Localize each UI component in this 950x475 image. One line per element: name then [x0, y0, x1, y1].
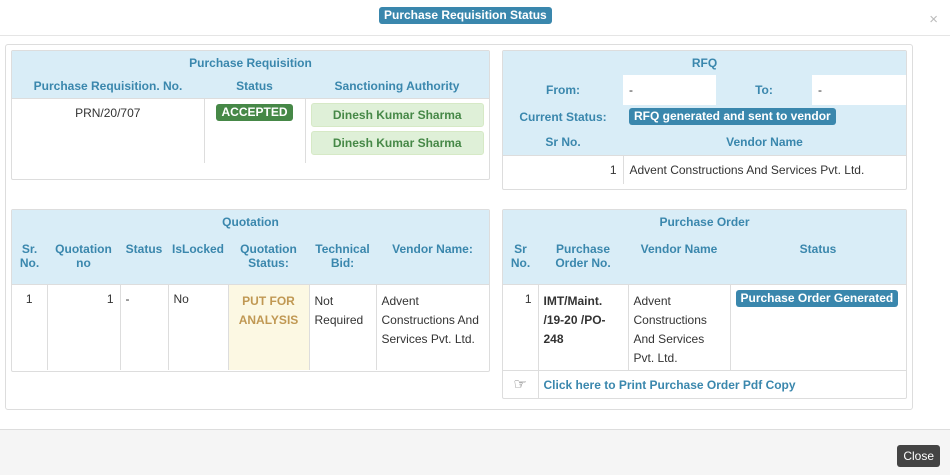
quotation-header-islocked: IsLocked — [168, 234, 228, 284]
po-header-status: Status — [730, 234, 906, 284]
rfq-row-sr: 1 — [609, 163, 617, 177]
po-status-badge: Purchase Order Generated — [735, 289, 899, 307]
rfq-current-status-label: Current Status: — [503, 105, 623, 130]
rfq-from-label: From: — [503, 75, 623, 105]
quotation-row-status: - — [119, 284, 168, 370]
rfq-header-vendor: Vendor Name — [623, 130, 906, 156]
rfq-table: From: - To: - Current Status: RFQ genera… — [503, 75, 906, 184]
pr-number: PRN/20/707 — [75, 106, 141, 120]
quotation-header-no: Quotation no — [47, 234, 120, 284]
quotation-header-qstatus: Quotation Status: — [228, 234, 309, 284]
quotation-row-technical: Not Required — [308, 284, 376, 370]
quotation-row-qstatus: PUT FOR ANALYSIS — [227, 284, 309, 370]
quotation-header-status: Status — [120, 234, 168, 284]
po-row-sr: 1 — [524, 291, 532, 306]
quotation-header-technical: Technical Bid: — [309, 234, 376, 284]
modal-title: Purchase Requisition Status — [379, 7, 552, 24]
quotation-header-sr: Sr. No. — [12, 234, 47, 284]
quotation-panel: Quotation Sr. No. Quotation no Status Is… — [11, 209, 490, 372]
rfq-row: 1 Advent Constructions And Services Pvt.… — [503, 155, 906, 184]
rfq-caption: RFQ — [503, 51, 906, 75]
pr-header-authority: Sanctioning Authority — [305, 75, 489, 99]
po-row: 1 IMT/Maint. /19-20 /PO-248 Advent Const… — [503, 284, 906, 370]
sanctioning-authority-2: Dinesh Kumar Sharma — [310, 131, 484, 155]
purchase-order-table: Sr No. Purchase Order No. Vendor Name St… — [503, 234, 906, 399]
quotation-row: 1 1 - No PUT FOR ANALYSIS Not Required A… — [12, 284, 489, 370]
close-icon[interactable]: × — [929, 12, 938, 27]
hand-pointer-icon: ☞ — [513, 375, 527, 393]
quotation-table: Sr. No. Quotation no Status IsLocked Quo… — [12, 234, 489, 370]
purchase-requisition-table: Purchase Requisition. No. Status Sanctio… — [12, 75, 489, 163]
sanctioning-authority-1: Dinesh Kumar Sharma — [310, 103, 484, 127]
rfq-from-value: - — [629, 83, 633, 97]
modal-header: Purchase Requisition Status × — [0, 0, 950, 36]
quotation-row-islocked: No — [167, 284, 228, 370]
quotation-header-vendor: Vendor Name: — [376, 234, 489, 284]
pr-header-status: Status — [204, 75, 305, 99]
rfq-header-sr: Sr No. — [503, 130, 623, 156]
purchase-requisition-panel: Purchase Requisition Purchase Requisitio… — [11, 50, 490, 180]
print-purchase-order-link[interactable]: Click here to Print Purchase Order Pdf C… — [544, 378, 796, 392]
rfq-to-label: To: — [716, 75, 812, 105]
purchase-requisition-caption: Purchase Requisition — [12, 51, 489, 75]
quotation-row-vendor: Advent Constructions And Services Pvt. L… — [375, 284, 489, 370]
po-header-sr: Sr No. — [503, 234, 538, 284]
pr-status-badge: ACCEPTED — [216, 104, 293, 121]
quotation-caption: Quotation — [12, 210, 489, 234]
po-row-number: IMT/Maint. /19-20 /PO-248 — [537, 284, 628, 370]
quotation-row-no: 1 — [46, 284, 120, 370]
rfq-to-value: - — [818, 83, 822, 97]
modal-footer: Close — [0, 429, 950, 475]
purchase-order-caption: Purchase Order — [503, 210, 906, 234]
purchase-order-panel: Purchase Order Sr No. Purchase Order No.… — [502, 209, 907, 399]
close-button[interactable]: Close — [897, 445, 940, 467]
po-print-row: ☞ Click here to Print Purchase Order Pdf… — [503, 370, 906, 399]
rfq-panel: RFQ From: - To: - Current Status: RFQ ge… — [502, 50, 907, 190]
pr-header-number: Purchase Requisition. No. — [12, 75, 204, 99]
rfq-row-vendor: Advent Constructions And Services Pvt. L… — [622, 155, 906, 184]
rfq-current-status-badge: RFQ generated and sent to vendor — [629, 108, 836, 125]
po-row-vendor: Advent Constructions And Services Pvt. L… — [627, 284, 730, 370]
po-header-vendor: Vendor Name — [628, 234, 730, 284]
po-header-number: Purchase Order No. — [538, 234, 628, 284]
quotation-row-sr: 1 — [25, 291, 33, 306]
